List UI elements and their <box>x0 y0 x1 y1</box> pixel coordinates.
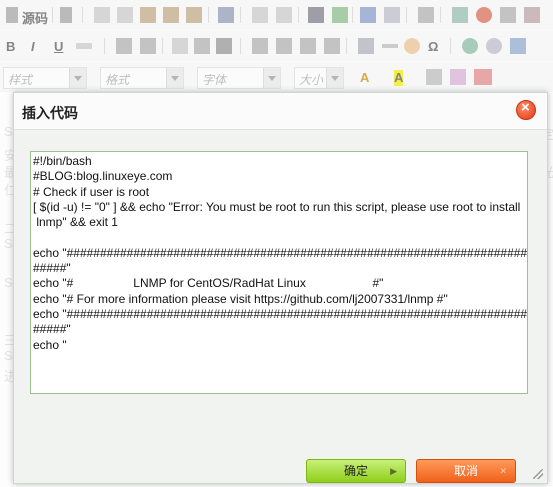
code-line: echo "# LNMP for CentOS/RadHat Linux #" <box>33 276 384 291</box>
size-select[interactable]: 大小 <box>294 67 344 89</box>
source-button[interactable]: 源码 <box>22 8 48 26</box>
save-icon[interactable] <box>60 7 72 23</box>
align-left-icon[interactable] <box>252 38 268 54</box>
toolbar-separator <box>162 38 163 54</box>
toolbar-separator <box>52 7 53 23</box>
cut-icon[interactable] <box>94 7 110 23</box>
code-line: echo "##################################… <box>33 306 528 321</box>
resize-grip-icon[interactable] <box>533 469 543 479</box>
format-select[interactable]: 格式 <box>100 67 184 89</box>
underline-icon[interactable]: U <box>54 39 63 55</box>
x-icon: ✕ <box>499 466 507 476</box>
paste-word-icon[interactable] <box>186 7 202 23</box>
replace-icon[interactable] <box>332 7 348 23</box>
paste-icon[interactable] <box>140 7 156 23</box>
bold-icon[interactable]: B <box>6 39 15 55</box>
flash-icon[interactable] <box>476 7 492 23</box>
toolbar-separator <box>352 7 353 23</box>
insert-code-dialog: 插入代码 #!/bin/bash#BLOG:blog.linuxeye.com#… <box>13 92 548 484</box>
print-icon[interactable] <box>218 7 234 23</box>
chevron-down-icon <box>166 68 183 88</box>
redo-icon[interactable] <box>276 7 292 23</box>
code-line: [ $(id -u) != "0" ] && echo "Error: You … <box>33 199 521 214</box>
styles-select-label: 样式 <box>8 73 33 87</box>
toolbar-separator <box>208 7 209 23</box>
code-line: #BLOG:blog.linuxeye.com <box>33 169 173 184</box>
size-select-label: 大小 <box>299 73 324 87</box>
chevron-down-icon <box>263 68 280 88</box>
align-center-icon[interactable] <box>276 38 292 54</box>
code-textarea[interactable]: #!/bin/bash #BLOG:blog.linuxeye.com # Chec… <box>30 151 528 394</box>
close-icon[interactable] <box>516 99 536 120</box>
bg-color-icon[interactable]: A <box>394 70 404 86</box>
toolbar-separator <box>104 38 105 54</box>
code-line: #####" <box>33 322 71 337</box>
outdent-icon[interactable] <box>172 38 188 54</box>
code-line: #####" <box>33 261 71 276</box>
special-char-icon[interactable]: Ω <box>428 39 438 55</box>
editor-toolbar-row-1: 源码 <box>0 0 553 30</box>
emoticon-icon[interactable] <box>404 38 420 54</box>
bulleted-list-icon[interactable] <box>140 38 156 54</box>
code-line: lnmp" && exit 1 <box>33 215 118 230</box>
code-line: echo "##################################… <box>33 245 528 260</box>
font-select[interactable]: 字体 <box>197 67 281 89</box>
italic-icon[interactable]: I <box>31 39 35 55</box>
copy-icon[interactable] <box>117 7 133 23</box>
template-icon[interactable] <box>450 69 466 85</box>
source-icon[interactable] <box>6 7 18 23</box>
code-block-icon[interactable] <box>426 69 442 85</box>
code-line: echo " <box>33 337 67 352</box>
font-select-label: 字体 <box>202 73 227 87</box>
toolbar-separator <box>298 7 299 23</box>
code-line: # Check if user is root <box>33 184 150 199</box>
dialog-header[interactable]: 插入代码 <box>14 93 547 130</box>
format-select-label: 格式 <box>105 73 130 87</box>
justify-icon[interactable] <box>324 38 340 54</box>
select-all-icon[interactable] <box>360 7 376 23</box>
undo-icon[interactable] <box>252 7 268 23</box>
toolbar-separator <box>240 7 241 23</box>
code-line: #!/bin/bash <box>33 154 92 168</box>
ok-button[interactable]: 确定 ▶ <box>306 459 406 483</box>
unlink-icon[interactable] <box>486 38 502 54</box>
preview-icon[interactable] <box>418 7 434 23</box>
link-icon[interactable] <box>462 38 478 54</box>
table-icon[interactable] <box>500 7 516 23</box>
toolbar-separator <box>450 38 451 54</box>
cancel-button[interactable]: 取消 ✕ <box>416 459 516 483</box>
dialog-title: 插入代码 <box>22 105 78 121</box>
toolbar-separator <box>82 7 83 23</box>
editor-toolbar-row-3: 样式 格式 字体 大小 A A <box>0 62 553 92</box>
editor-toolbar-row-2: B I U Ω <box>0 31 553 61</box>
paste-text-icon[interactable] <box>163 7 179 23</box>
toolbar-separator <box>406 7 407 23</box>
chevron-down-icon <box>69 68 86 88</box>
cancel-button-label: 取消 <box>453 464 478 478</box>
text-color-icon[interactable]: A <box>360 70 369 86</box>
remove-format-icon[interactable] <box>384 7 400 23</box>
styles-select[interactable]: 样式 <box>3 67 87 89</box>
align-right-icon[interactable] <box>300 38 316 54</box>
indent-icon[interactable] <box>194 38 210 54</box>
find-icon[interactable] <box>308 7 324 23</box>
code-line: echo "# For more information please visi… <box>33 291 448 306</box>
toolbar-separator <box>240 38 241 54</box>
blockquote-icon[interactable] <box>216 38 232 54</box>
anchor-flag-icon[interactable] <box>510 38 526 54</box>
insert-table-icon[interactable] <box>358 38 374 54</box>
toolbar-separator <box>440 7 441 23</box>
smiley-icon[interactable] <box>524 7 540 23</box>
arrow-right-icon: ▶ <box>390 466 397 476</box>
insert-code-icon[interactable] <box>474 69 492 85</box>
numbered-list-icon[interactable] <box>116 38 132 54</box>
chevron-down-icon <box>326 68 343 88</box>
ok-button-label: 确定 <box>343 464 368 478</box>
toolbar-separator <box>346 38 347 54</box>
strikethrough-icon[interactable] <box>76 43 92 49</box>
horizontal-rule-icon[interactable] <box>382 44 398 48</box>
image-icon[interactable] <box>452 7 468 23</box>
